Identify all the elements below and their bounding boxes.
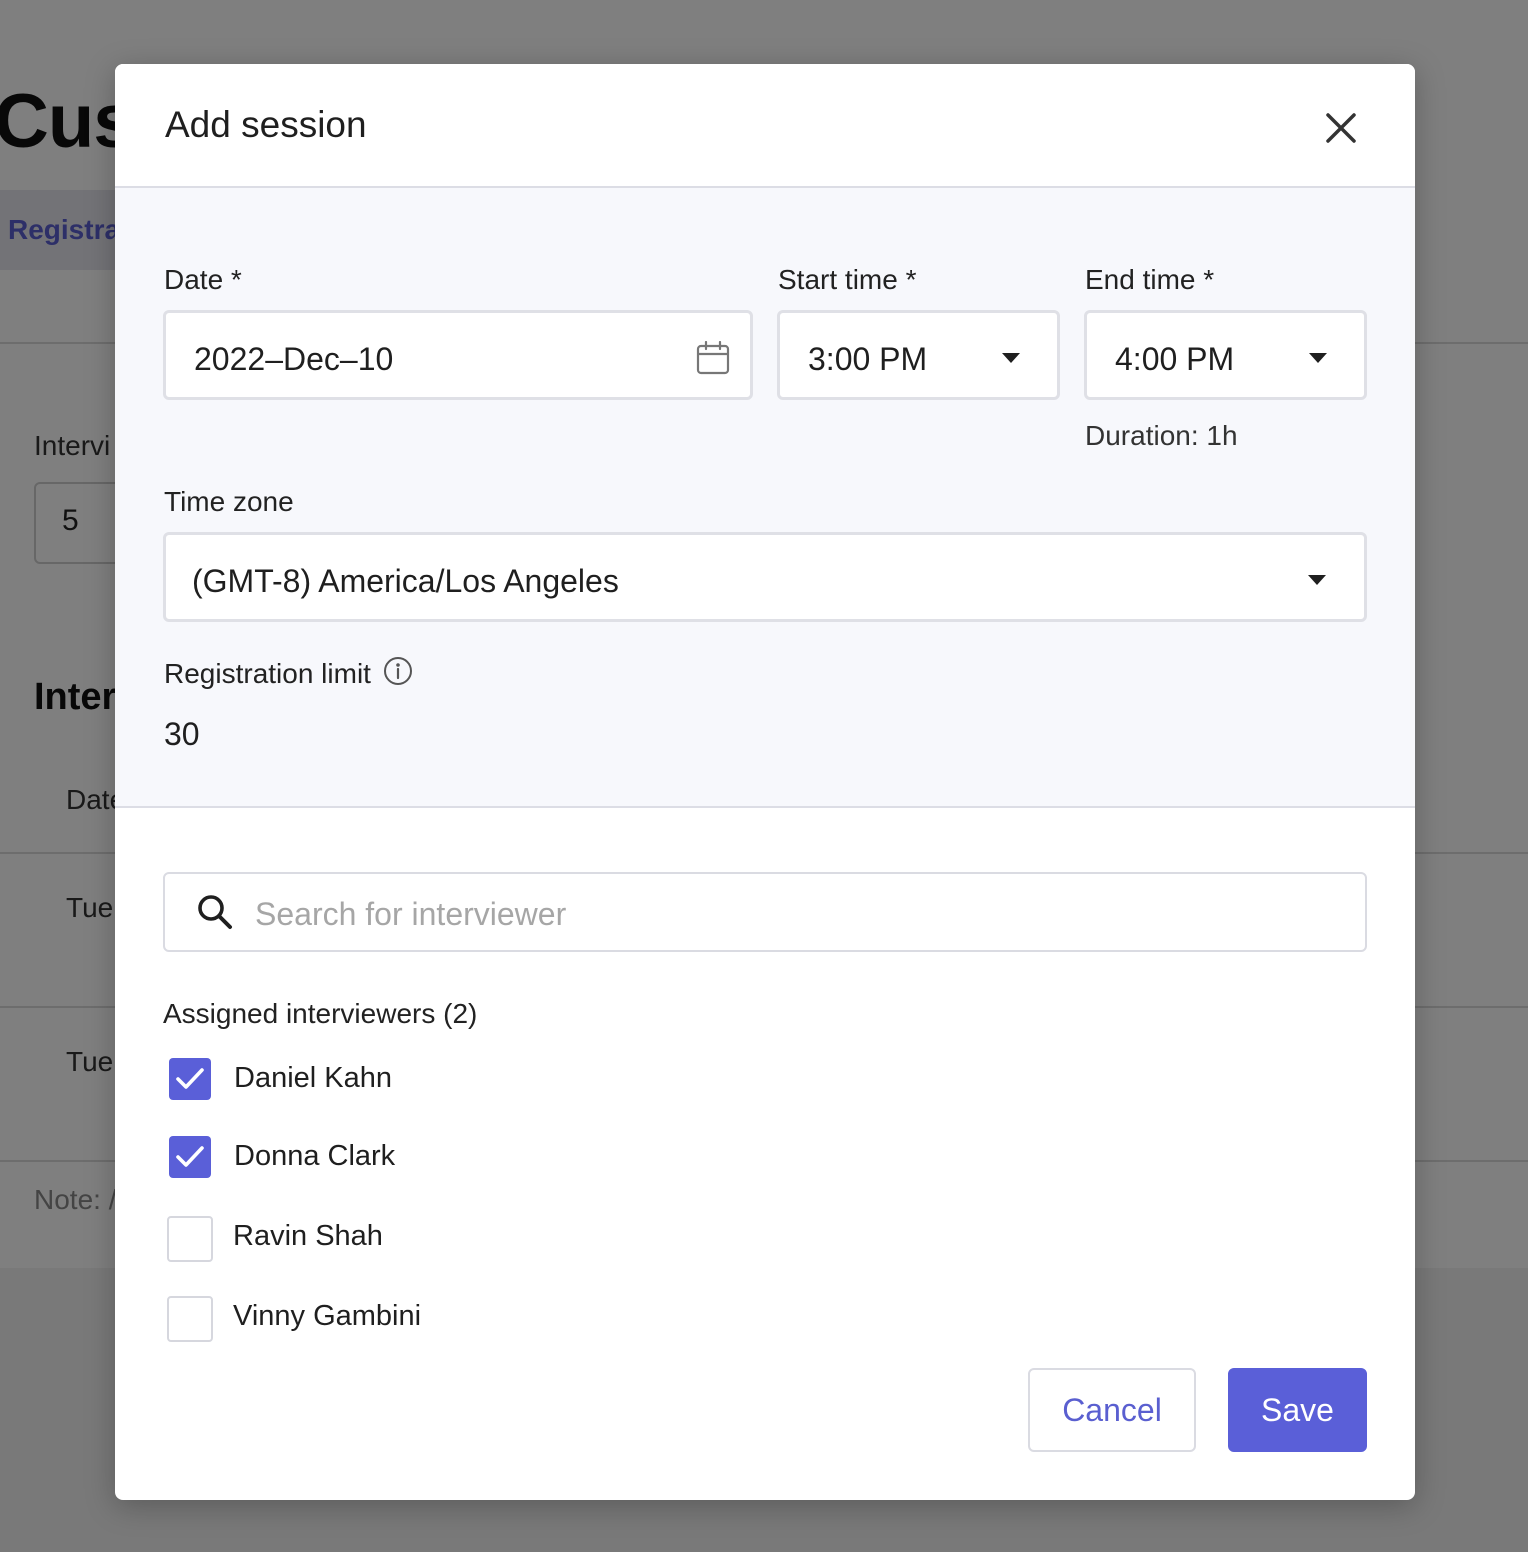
search-input[interactable] [253, 888, 1347, 940]
interviewer-option[interactable]: Donna Clark [163, 1134, 663, 1184]
close-button[interactable] [1317, 104, 1365, 152]
date-picker[interactable]: 2022–Dec–10 [163, 310, 753, 400]
chevron-down-icon [1308, 575, 1326, 585]
interviewer-option[interactable]: Ravin Shah [163, 1214, 663, 1264]
duration-text: Duration: 1h [1085, 420, 1238, 451]
interviewer-name: Ravin Shah [233, 1220, 383, 1252]
interviewer-option[interactable]: Daniel Kahn [163, 1056, 663, 1106]
end-time-value: 4:00 PM [1115, 341, 1235, 377]
save-button[interactable]: Save [1228, 1368, 1367, 1452]
interviewer-name: Donna Clark [234, 1140, 396, 1172]
cancel-button[interactable]: Cancel [1028, 1368, 1196, 1452]
start-time-value: 3:00 PM [808, 341, 928, 377]
end-time-label: End time * [1085, 264, 1215, 295]
end-time-select[interactable]: 4:00 PM [1084, 310, 1367, 400]
checkbox-unchecked[interactable] [167, 1296, 213, 1342]
session-details-section [115, 188, 1415, 808]
time-zone-value: (GMT-8) America/Los Angeles [192, 563, 619, 599]
calendar-icon [696, 341, 730, 375]
interviewer-name: Daniel Kahn [234, 1062, 392, 1094]
interviewer-option[interactable]: Vinny Gambini [163, 1294, 663, 1344]
interviewer-name: Vinny Gambini [233, 1300, 422, 1332]
checkbox-unchecked[interactable] [167, 1216, 213, 1262]
time-zone-label: Time zone [164, 486, 294, 517]
chevron-down-icon [1309, 353, 1327, 363]
search-icon [198, 895, 232, 929]
date-label: Date * [164, 264, 242, 295]
close-icon [1326, 113, 1356, 143]
registration-limit-label: Registration limit [164, 658, 371, 689]
date-value: 2022–Dec–10 [194, 341, 394, 377]
search-field[interactable] [163, 872, 1367, 952]
dialog-title: Add session [165, 104, 367, 145]
check-icon [176, 1068, 204, 1089]
chevron-down-icon [1002, 353, 1020, 363]
start-time-select[interactable]: 3:00 PM [777, 310, 1060, 400]
check-icon [176, 1146, 204, 1167]
checkbox-checked[interactable] [169, 1058, 211, 1100]
checkbox-checked[interactable] [169, 1136, 211, 1178]
start-time-label: Start time * [778, 264, 917, 295]
add-session-dialog: Add session Date * 2022–Dec–10 Start tim… [115, 64, 1415, 1500]
dialog-header: Add session [115, 64, 1415, 188]
info-icon[interactable] [383, 656, 413, 686]
registration-limit-value: 30 [164, 716, 200, 752]
assigned-interviewers-label: Assigned interviewers (2) [163, 998, 478, 1029]
time-zone-select[interactable]: (GMT-8) America/Los Angeles [163, 532, 1367, 622]
